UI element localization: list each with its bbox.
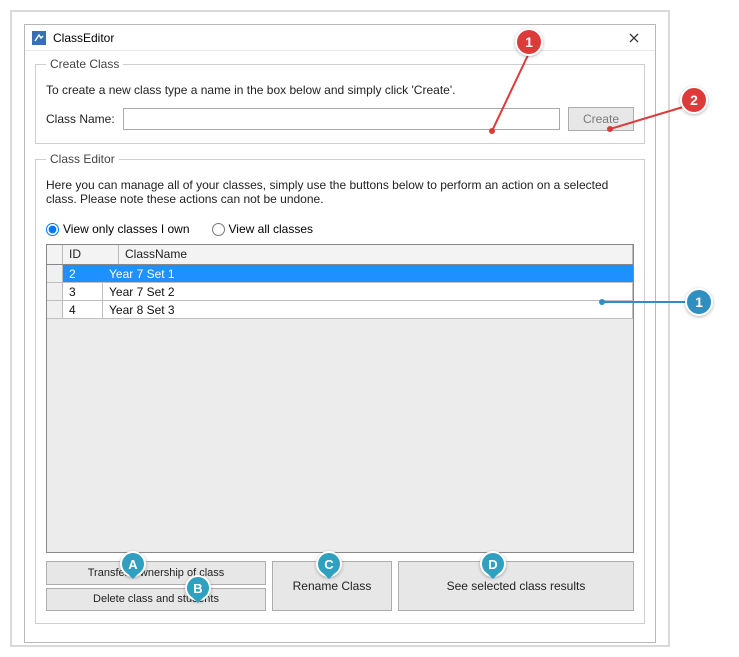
- create-class-group: Create Class To create a new class type …: [35, 57, 645, 144]
- annotation-pin-d: D: [480, 551, 506, 577]
- cell-classname: Year 7 Set 1: [103, 265, 633, 282]
- outer-frame: ClassEditor Create Class To create a new…: [10, 10, 670, 647]
- col-classname[interactable]: ClassName: [119, 245, 633, 264]
- table-row[interactable]: 3Year 7 Set 2: [47, 283, 633, 301]
- col-id[interactable]: ID: [63, 245, 119, 264]
- app-icon: [31, 30, 47, 46]
- close-button[interactable]: [619, 28, 649, 48]
- radio-all[interactable]: View all classes: [212, 222, 313, 236]
- transfer-ownership-button[interactable]: Transfer Ownership of class: [46, 561, 266, 585]
- cell-id: 3: [63, 283, 103, 300]
- annotation-blue-1: 1: [685, 288, 713, 316]
- row-header[interactable]: [47, 283, 63, 300]
- radio-all-label: View all classes: [229, 222, 313, 236]
- delete-class-button[interactable]: Delete class and students: [46, 588, 266, 612]
- class-name-label: Class Name:: [46, 112, 115, 126]
- see-results-button[interactable]: See selected class results: [398, 561, 634, 611]
- row-header[interactable]: [47, 265, 63, 282]
- radio-all-input[interactable]: [212, 223, 225, 236]
- window-title: ClassEditor: [53, 31, 114, 45]
- title-bar: ClassEditor: [25, 25, 655, 51]
- cell-classname: Year 7 Set 2: [103, 283, 633, 300]
- table-row[interactable]: 4Year 8 Set 3: [47, 301, 633, 319]
- annotation-red-1: 1: [515, 28, 543, 56]
- close-icon: [629, 33, 639, 43]
- annotation-pin-b: B: [185, 575, 211, 601]
- radio-own-label: View only classes I own: [63, 222, 190, 236]
- radio-own[interactable]: View only classes I own: [46, 222, 190, 236]
- create-class-legend: Create Class: [46, 57, 123, 71]
- cell-id: 2: [63, 265, 103, 282]
- class-grid[interactable]: ID ClassName 2Year 7 Set 13Year 7 Set 24…: [46, 244, 634, 553]
- radio-own-input[interactable]: [46, 223, 59, 236]
- class-editor-legend: Class Editor: [46, 152, 119, 166]
- grid-header: ID ClassName: [47, 245, 633, 265]
- annotation-pin-c: C: [316, 551, 342, 577]
- cell-id: 4: [63, 301, 103, 318]
- create-button[interactable]: Create: [568, 107, 634, 131]
- window: ClassEditor Create Class To create a new…: [24, 24, 656, 643]
- row-header[interactable]: [47, 301, 63, 318]
- class-name-input[interactable]: [123, 108, 560, 130]
- cell-classname: Year 8 Set 3: [103, 301, 633, 318]
- class-editor-instruction: Here you can manage all of your classes,…: [46, 178, 634, 206]
- create-class-instruction: To create a new class type a name in the…: [46, 83, 634, 97]
- annotation-pin-a: A: [120, 551, 146, 577]
- annotation-red-2: 2: [680, 86, 708, 114]
- table-row[interactable]: 2Year 7 Set 1: [47, 265, 633, 283]
